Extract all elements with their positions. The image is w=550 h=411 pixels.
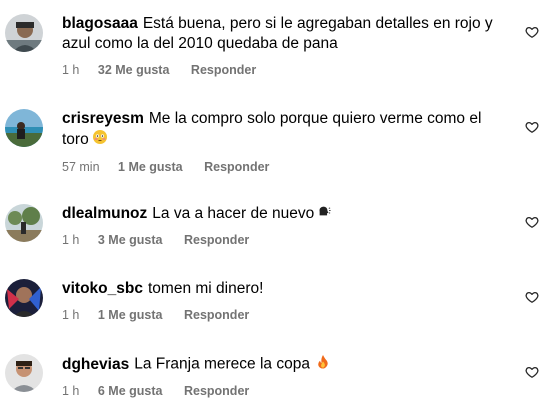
comment-likes[interactable]: 3 Me gusta [98, 233, 163, 247]
comment-username[interactable]: crisreyesm [62, 110, 144, 127]
comment-body: La Franja merece la copa [134, 355, 310, 373]
comment-meta: 1 h 3 Me gusta Responder [62, 233, 512, 247]
comment-time: 1 h [62, 308, 80, 322]
speaking-head-emoji-icon [317, 204, 331, 224]
heart-outline-icon[interactable] [525, 365, 539, 379]
comment-body: tomen mi dinero! [147, 280, 264, 297]
avatar[interactable] [5, 204, 43, 242]
avatar[interactable] [5, 109, 43, 147]
avatar[interactable] [5, 354, 43, 392]
comment-meta: 1 h 32 Me gusta Responder [62, 63, 512, 77]
heart-outline-icon[interactable] [525, 25, 539, 39]
avatar-photo-icon [5, 354, 43, 392]
reply-button[interactable]: Responder [184, 233, 249, 247]
comment-username[interactable]: blagosaaa [62, 15, 138, 32]
comment-username[interactable]: vitoko_sbc [62, 280, 143, 297]
avatar-photo-icon [5, 109, 43, 147]
comment-likes[interactable]: 1 Me gusta [118, 160, 183, 174]
comment-likes[interactable]: 1 Me gusta [98, 308, 163, 322]
avatar-photo-icon [5, 204, 43, 242]
reply-button[interactable]: Responder [191, 63, 256, 77]
avatar-photo-icon [5, 279, 43, 317]
comment-meta: 1 h 1 Me gusta Responder [62, 308, 512, 322]
comment-text: blagosaaa Está buena, pero si le agregaba… [62, 14, 512, 54]
flushed-face-emoji-icon [92, 129, 108, 151]
comment-meta: 57 min 1 Me gusta Responder [62, 160, 512, 174]
reply-button[interactable]: Responder [184, 384, 249, 398]
comment-username[interactable]: dghevias [62, 356, 129, 373]
comment-body: La va a hacer de nuevo [152, 205, 315, 223]
comment-text: vitoko_sbc tomen mi dinero! [62, 279, 512, 299]
comment-text: crisreyesm Me la compro solo porque quier… [62, 109, 512, 151]
heart-outline-icon[interactable] [525, 215, 539, 229]
comment-likes[interactable]: 32 Me gusta [98, 63, 170, 77]
comment-text: dlealmunoz La va a hacer de nuevo [62, 204, 512, 224]
comment-time: 1 h [62, 63, 80, 77]
avatar[interactable] [5, 14, 43, 52]
comments-list: blagosaaa Está buena, pero si le agregaba… [0, 0, 550, 411]
comment-time: 1 h [62, 233, 80, 248]
comment-likes[interactable]: 6 Me gusta [98, 384, 163, 398]
comment-time: 57 min [62, 160, 100, 174]
comment-meta: 1 h 6 Me gusta Responder [62, 384, 512, 398]
reply-button[interactable]: Responder [204, 160, 269, 174]
comment-text: dghevias La Franja merece la copa [62, 354, 512, 375]
avatar-photo-icon [5, 14, 43, 52]
comment-username[interactable]: dlealmunoz [62, 205, 147, 222]
fire-emoji-icon [316, 354, 330, 375]
heart-outline-icon[interactable] [525, 290, 539, 304]
heart-outline-icon[interactable] [525, 120, 539, 134]
comment-time: 1 h [62, 384, 80, 398]
reply-button[interactable]: Responder [184, 308, 249, 322]
avatar[interactable] [5, 279, 43, 317]
